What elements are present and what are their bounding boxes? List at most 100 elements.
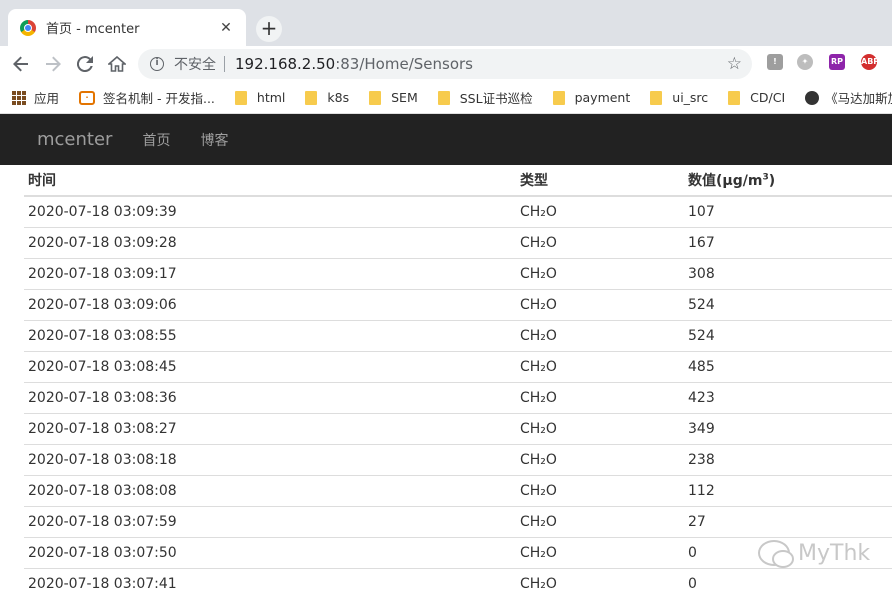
info-icon[interactable]: i [150,57,164,71]
table-row: 2020-07-18 03:09:06 CH₂O 524 [24,288,892,320]
cell-value: 524 [684,288,892,320]
bookmark-apps[interactable]: 应用 [12,88,59,107]
forward-icon[interactable] [40,51,66,77]
bookmark-label: 应用 [34,91,60,106]
cell-time: 2020-07-18 03:08:36 [24,381,516,413]
security-label: 不安全 [174,57,216,73]
url-host: 192.168.2.50 [235,55,336,73]
cell-time: 2020-07-18 03:08:45 [24,350,516,382]
apps-icon [12,90,26,105]
back-icon[interactable] [8,51,34,77]
cell-time: 2020-07-18 03:09:17 [24,257,516,289]
folder-icon [650,90,663,105]
reload-icon[interactable] [72,51,98,77]
bookmark-folder[interactable]: SEM [369,90,418,105]
url-path: :83/Home/Sensors [335,55,473,73]
bookmark-label: SEM [391,90,418,105]
watermark-text: MyThk [798,540,871,566]
cell-time: 2020-07-18 03:07:41 [24,567,516,598]
folder-icon [234,90,247,105]
table-header-row: 时间 类型 数值(μg/m3) [24,165,892,197]
table-row: 2020-07-18 03:08:18 CH₂O 238 [24,443,892,475]
brand-icon: · [79,90,96,105]
header-value: 数值(μg/m3) [684,165,892,197]
table-row: 2020-07-18 03:07:59 CH₂O 27 [24,505,892,537]
bookmark-label: 签名机制 - 开发指... [103,91,215,106]
table-row: 2020-07-18 03:08:45 CH₂O 485 [24,350,892,382]
cell-type: CH₂O [516,288,684,320]
extension-icon[interactable]: ✦ [797,54,813,70]
bookmark-label: html [256,90,286,105]
table-row: 2020-07-18 03:08:36 CH₂O 423 [24,381,892,413]
site-brand[interactable]: mcenter [37,129,112,150]
extension-icon[interactable]: RP [829,54,845,70]
folder-icon [728,90,741,105]
cell-time: 2020-07-18 03:08:18 [24,443,516,475]
folder-icon [552,90,565,105]
close-tab-icon[interactable]: ✕ [218,20,234,36]
header-value-label: 数值(μg/m [688,173,763,189]
cell-time: 2020-07-18 03:07:50 [24,536,516,568]
cell-type: CH₂O [516,474,684,506]
bookmark-folder[interactable]: k8s [305,90,349,105]
bookmark-folder[interactable]: SSL证书巡检 [437,88,533,107]
table-row: 2020-07-18 03:09:39 CH₂O 107 [24,195,892,227]
cell-value: 107 [684,195,892,227]
table-row: 2020-07-18 03:08:27 CH₂O 349 [24,412,892,444]
tab-strip: 首页 - mcenter ✕ + [0,0,892,46]
bookmark-item[interactable]: 《马达加斯加的企 [805,88,892,107]
chrome-favicon-icon [20,19,36,36]
bookmark-label: SSL证书巡检 [459,91,533,106]
sensor-table: 时间 类型 数值(μg/m3) 2020-07-18 03:09:39 CH₂O 1… [24,165,892,598]
cell-value: 27 [684,505,892,537]
cell-value: 423 [684,381,892,413]
bookmark-folder[interactable]: ui_src [650,90,708,105]
cell-type: CH₂O [516,536,684,568]
bookmarks-bar: 应用 · 签名机制 - 开发指... html k8s SEM SSL证书巡检 … [0,82,892,114]
bookmark-label: CD/CI [750,90,786,105]
url-text[interactable]: 192.168.2.50:83/Home/Sensors [235,55,473,73]
star-icon[interactable]: ☆ [727,54,742,74]
cell-time: 2020-07-18 03:07:59 [24,505,516,537]
adblock-icon[interactable]: ABP [861,54,879,70]
cell-value: 112 [684,474,892,506]
cell-value: 485 [684,350,892,382]
bookmark-label: payment [574,90,631,105]
home-icon[interactable] [104,51,130,77]
nav-link-home[interactable]: 首页 [142,130,170,150]
nav-link-blog[interactable]: 博客 [200,130,228,150]
bookmark-folder[interactable]: html [234,90,286,105]
cell-type: CH₂O [516,350,684,382]
header-time: 时间 [24,165,516,197]
cell-time: 2020-07-18 03:09:39 [24,195,516,227]
cell-value: 308 [684,257,892,289]
cell-type: CH₂O [516,443,684,475]
extension-icon[interactable]: ! [767,54,783,70]
browser-toolbar: i 不安全 192.168.2.50:83/Home/Sensors ☆ ! ✦… [0,46,892,82]
bookmark-label: ui_src [672,90,709,105]
header-value-close: ) [768,173,776,189]
bookmark-folder[interactable]: payment [552,90,631,105]
bookmark-item[interactable]: · 签名机制 - 开发指... [79,88,215,107]
cell-value: 524 [684,319,892,351]
folder-icon [305,90,318,105]
bookmark-label: 《马达加斯加的企 [825,91,892,106]
folder-icon [437,90,450,105]
divider [224,56,225,72]
cell-value: 0 [684,567,892,598]
address-bar[interactable]: i 不安全 192.168.2.50:83/Home/Sensors ☆ [138,49,752,79]
bookmark-label: k8s [327,90,350,105]
globe-icon [805,90,820,105]
cell-type: CH₂O [516,505,684,537]
cell-value: 238 [684,443,892,475]
bookmark-folder[interactable]: CD/CI [728,90,785,105]
new-tab-button[interactable]: + [256,16,282,42]
watermark: MyThk [758,540,871,568]
sensor-table-container: 时间 类型 数值(μg/m3) 2020-07-18 03:09:39 CH₂O 1… [0,165,892,598]
cell-time: 2020-07-18 03:08:55 [24,319,516,351]
cell-type: CH₂O [516,412,684,444]
header-type: 类型 [516,165,684,197]
browser-tab[interactable]: 首页 - mcenter ✕ [8,9,246,46]
tab-title: 首页 - mcenter [46,22,140,37]
cell-type: CH₂O [516,257,684,289]
